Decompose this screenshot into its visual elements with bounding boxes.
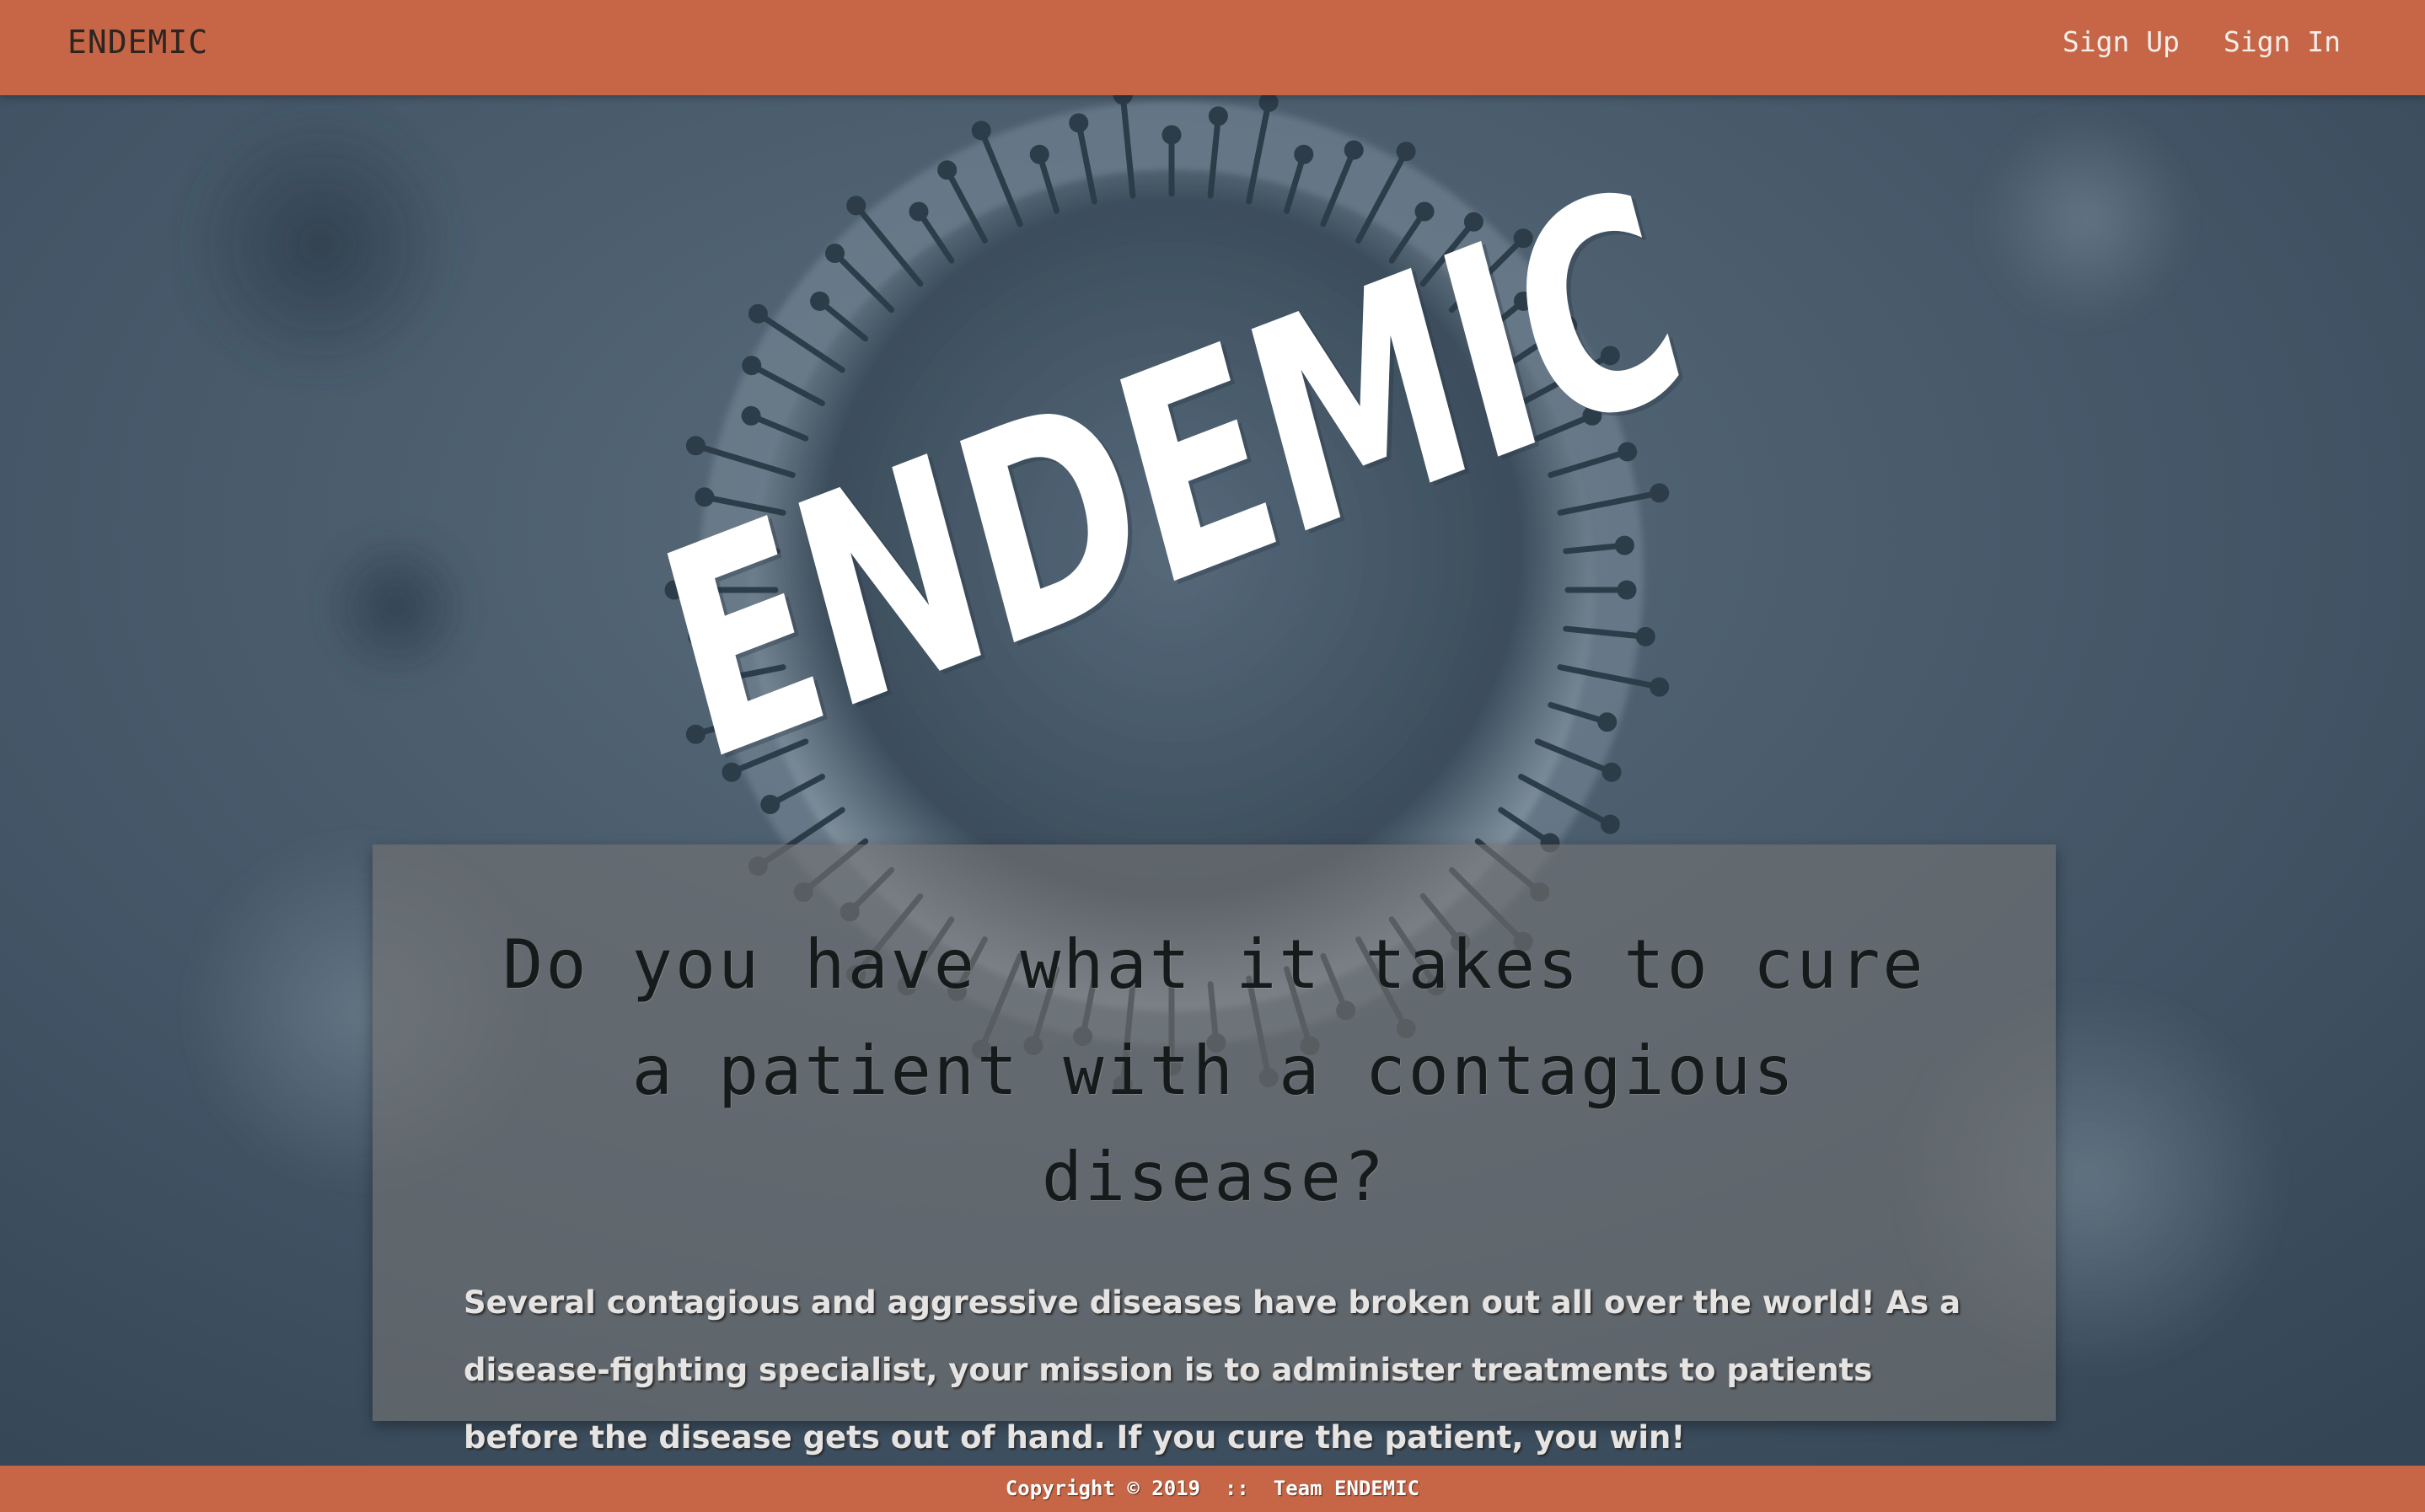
virus-spike-tip	[1162, 125, 1182, 145]
virus-spike-tip	[937, 160, 958, 180]
virus-spike-tip	[1396, 142, 1416, 162]
brand-link[interactable]: ENDEMIC	[67, 24, 208, 61]
sign-up-link[interactable]: Sign Up	[2063, 25, 2180, 58]
virus-spike-tip	[748, 303, 768, 324]
sign-in-link[interactable]: Sign In	[2224, 25, 2341, 58]
hero-logo: ENDEMIC	[635, 126, 1753, 910]
virus-spike-tip	[810, 291, 830, 311]
virus-spike-tip	[1258, 92, 1279, 112]
copyright-text: Copyright © 2019 :: Team ENDEMIC	[1005, 1477, 1420, 1500]
intro-description: Several contagious and aggressive diseas…	[464, 1284, 1961, 1456]
virus-spike-tip	[1208, 106, 1228, 126]
virus-spike-tip	[1069, 113, 1089, 133]
footer: Copyright © 2019 :: Team ENDEMIC	[0, 1466, 2425, 1512]
virus-spike-tip	[1029, 144, 1049, 164]
virus-spike-tip	[824, 243, 845, 263]
virus-spike-tip	[909, 201, 929, 222]
virus-spike-tip	[971, 121, 991, 141]
nav-links: Sign Up Sign In	[2063, 25, 2341, 58]
intro-heading: Do you have what it takes to cure a pati…	[502, 925, 1926, 1216]
virus-spike-tip	[1294, 144, 1314, 164]
virus-spike-tip	[846, 196, 866, 216]
top-navbar: ENDEMIC Sign Up Sign In	[0, 0, 2425, 95]
intro-card: Do you have what it takes to cure a pati…	[373, 844, 2056, 1456]
virus-spike-tip	[1344, 140, 1364, 160]
